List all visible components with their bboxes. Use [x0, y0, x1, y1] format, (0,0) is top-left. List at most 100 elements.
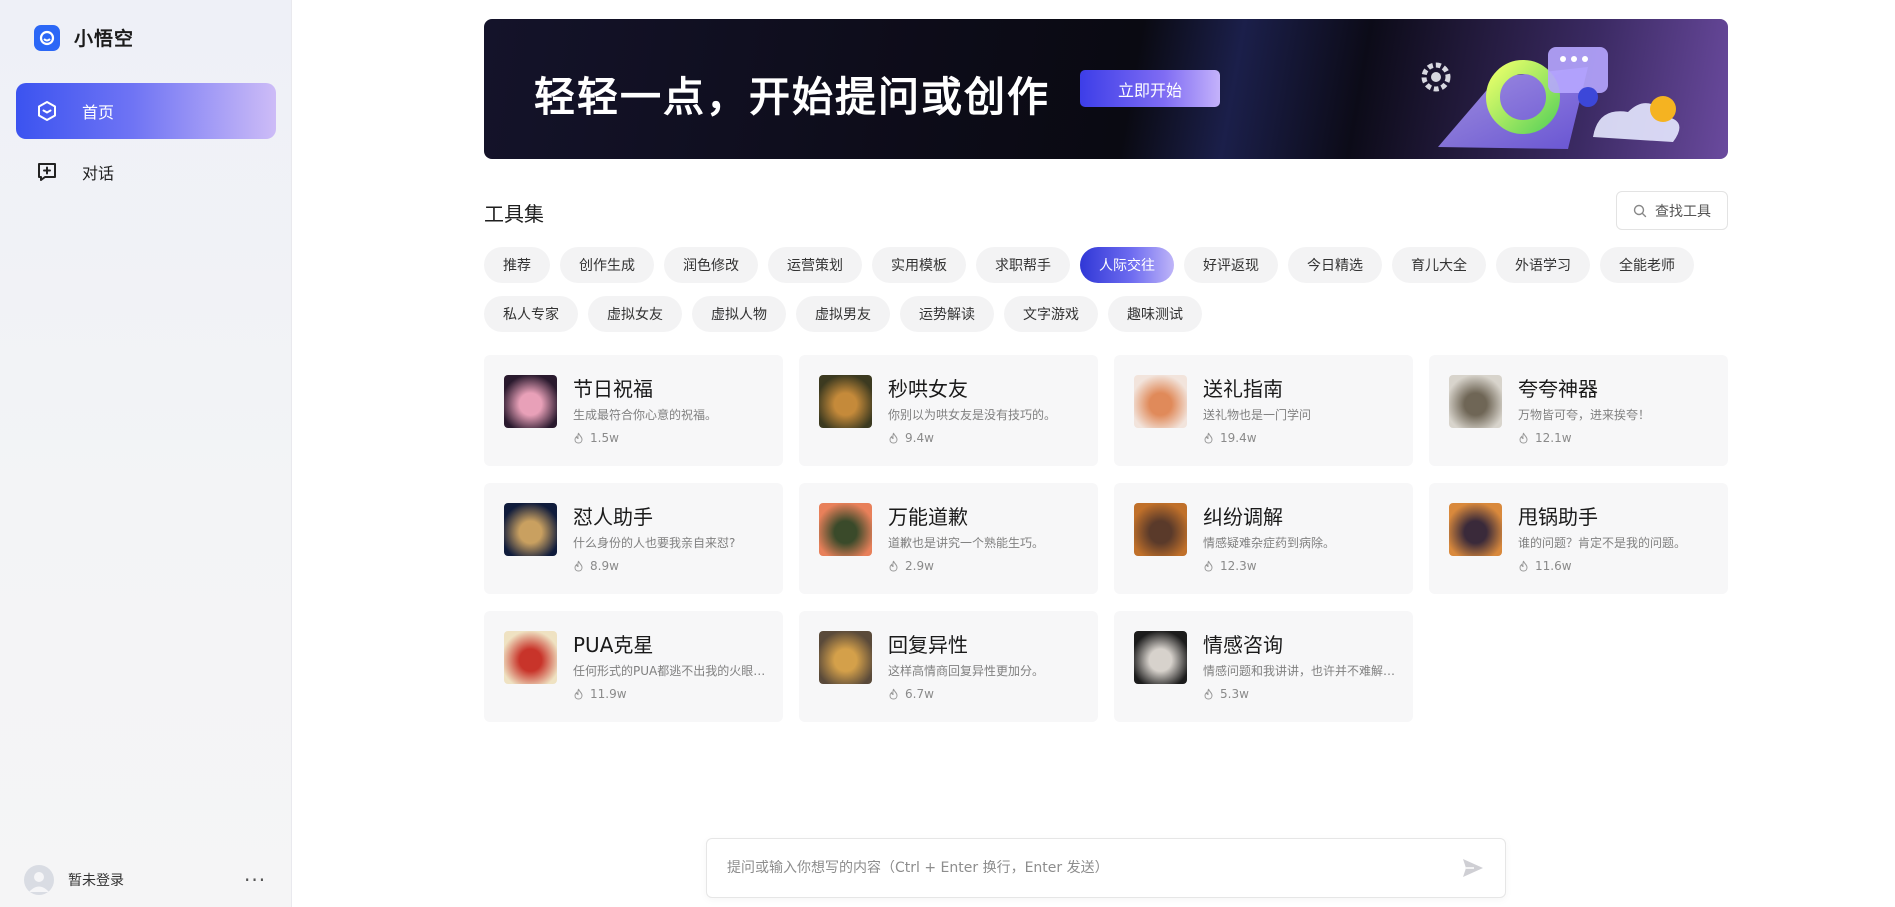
tool-description: 情感疑难杂症药到病除。	[1203, 536, 1336, 550]
start-now-button[interactable]: 立即开始	[1080, 70, 1220, 107]
tools-section-title: 工具集	[484, 202, 544, 226]
banner-illustration-icon	[1421, 47, 1680, 149]
tool-title: 纠纷调解	[1203, 505, 1283, 529]
tool-description: 你别以为哄女友是没有技巧的。	[888, 408, 1057, 422]
tool-card-grid: 节日祝福 生成最符合你心意的祝福。 1.5w 秒哄女友 你别以为哄女友是没有技巧…	[484, 355, 1728, 722]
chip-yuer[interactable]: 育儿大全	[1392, 247, 1486, 283]
chip-waiyu[interactable]: 外语学习	[1496, 247, 1590, 283]
user-profile[interactable]: 暂未登录	[24, 865, 124, 895]
chip-quwei[interactable]: 趣味测试	[1108, 296, 1202, 332]
tool-thumbnail	[1449, 503, 1502, 556]
banner-title: 轻轻一点，开始提问或创作	[534, 73, 1050, 121]
tool-title: 节日祝福	[573, 377, 653, 401]
tool-title: 怼人助手	[573, 505, 653, 529]
search-tool-button[interactable]: 查找工具	[1616, 191, 1728, 230]
tool-title: 秒哄女友	[888, 377, 968, 401]
tool-thumbnail	[1449, 375, 1502, 428]
fire-icon	[889, 560, 898, 572]
chip-runse[interactable]: 润色修改	[664, 247, 758, 283]
tool-card[interactable]: 秒哄女友 你别以为哄女友是没有技巧的。 9.4w	[799, 355, 1098, 466]
prompt-input[interactable]	[727, 860, 1459, 876]
chip-qiuzhi[interactable]: 求职帮手	[976, 247, 1070, 283]
tool-usage-value: 11.6w	[1535, 559, 1572, 573]
chip-haoping[interactable]: 好评返现	[1184, 247, 1278, 283]
fire-icon	[574, 560, 583, 572]
tool-usage-value: 12.3w	[1220, 559, 1257, 573]
fire-icon	[1204, 688, 1213, 700]
tool-usage-count: 11.6w	[1518, 559, 1572, 573]
hero-banner: 轻轻一点，开始提问或创作 立即开始	[484, 19, 1728, 159]
tool-description: 什么身份的人也要我亲自来怼?	[573, 536, 736, 550]
tool-card[interactable]: 节日祝福 生成最符合你心意的祝福。 1.5w	[484, 355, 783, 466]
tool-description: 生成最符合你心意的祝福。	[573, 408, 718, 422]
app-logo-icon	[34, 24, 60, 51]
chip-wenzi[interactable]: 文字游戏	[1004, 296, 1098, 332]
tool-title: 回复异性	[888, 633, 968, 657]
tool-card[interactable]: 夸夸神器 万物皆可夸，进来挨夸！ 12.1w	[1429, 355, 1728, 466]
chip-renji[interactable]: 人际交往	[1080, 247, 1174, 283]
chat-add-icon	[36, 161, 58, 183]
sidebar-item-home[interactable]: 首页	[16, 83, 276, 139]
home-hexagon-icon	[36, 100, 58, 122]
search-icon	[1633, 204, 1647, 217]
chip-row: 私人专家 虚拟女友 虚拟人物 虚拟男友 运势解读 文字游戏 趣味测试	[484, 296, 1734, 332]
tool-usage-count: 9.4w	[888, 431, 934, 445]
tool-usage-value: 19.4w	[1220, 431, 1257, 445]
tool-card[interactable]: PUA克星 任何形式的PUA都逃不出我的火眼金睛。 11.9w	[484, 611, 783, 722]
fire-icon	[889, 688, 898, 700]
category-chips: 推荐 创作生成 润色修改 运营策划 实用模板 求职帮手 人际交往 好评返现 今日…	[484, 247, 1734, 345]
fire-icon	[1204, 432, 1213, 444]
sidebar: 小悟空 首页 对话 暂未登录 ···	[0, 0, 292, 907]
chip-laoshi[interactable]: 全能老师	[1600, 247, 1694, 283]
tool-usage-count: 19.4w	[1203, 431, 1257, 445]
tool-thumbnail	[1134, 375, 1187, 428]
tool-usage-count: 8.9w	[573, 559, 619, 573]
chip-shiyong[interactable]: 实用模板	[872, 247, 966, 283]
tool-card[interactable]: 送礼指南 送礼物也是一门学问 19.4w	[1114, 355, 1413, 466]
chip-renwu[interactable]: 虚拟人物	[692, 296, 786, 332]
tool-description: 任何形式的PUA都逃不出我的火眼金睛。	[573, 664, 768, 678]
tool-card[interactable]: 纠纷调解 情感疑难杂症药到病除。 12.3w	[1114, 483, 1413, 594]
tool-usage-value: 5.3w	[1220, 687, 1249, 701]
tool-usage-value: 8.9w	[590, 559, 619, 573]
sidebar-item-label: 首页	[82, 103, 115, 122]
tool-usage-count: 12.3w	[1203, 559, 1257, 573]
send-icon	[1463, 859, 1483, 877]
sidebar-item-chat[interactable]: 对话	[16, 144, 276, 200]
tool-card[interactable]: 情感咨询 情感问题和我讲讲，也许并不难解决。 5.3w	[1114, 611, 1413, 722]
send-button[interactable]	[1459, 854, 1487, 882]
app-name: 小悟空	[74, 28, 135, 50]
more-options-icon[interactable]: ···	[244, 868, 266, 892]
tool-thumbnail	[504, 503, 557, 556]
tool-title: 送礼指南	[1203, 377, 1283, 401]
tool-description: 情感问题和我讲讲，也许并不难解决。	[1203, 664, 1398, 678]
tool-card[interactable]: 怼人助手 什么身份的人也要我亲自来怼? 8.9w	[484, 483, 783, 594]
user-name: 暂未登录	[68, 873, 124, 889]
tool-description: 道歉也是讲究一个熟能生巧。	[888, 536, 1045, 550]
tool-thumbnail	[819, 631, 872, 684]
fire-icon	[574, 432, 583, 444]
chip-tuijian[interactable]: 推荐	[484, 247, 550, 283]
tool-usage-value: 2.9w	[905, 559, 934, 573]
tool-usage-count: 2.9w	[888, 559, 934, 573]
chip-nanyou[interactable]: 虚拟男友	[796, 296, 890, 332]
tool-description: 谁的问题？肯定不是我的问题。	[1518, 536, 1687, 550]
tool-card[interactable]: 甩锅助手 谁的问题？肯定不是我的问题。 11.6w	[1429, 483, 1728, 594]
tool-card[interactable]: 万能道歉 道歉也是讲究一个熟能生巧。 2.9w	[799, 483, 1098, 594]
chip-chuangzuo[interactable]: 创作生成	[560, 247, 654, 283]
tool-title: 夸夸神器	[1518, 377, 1598, 401]
tool-card[interactable]: 回复异性 这样高情商回复异性更加分。 6.7w	[799, 611, 1098, 722]
chip-yunshi[interactable]: 运势解读	[900, 296, 994, 332]
tool-thumbnail	[1134, 631, 1187, 684]
prompt-composer	[706, 838, 1506, 898]
chip-nvyou[interactable]: 虚拟女友	[588, 296, 682, 332]
tool-usage-count: 12.1w	[1518, 431, 1572, 445]
chip-zhuanjia[interactable]: 私人专家	[484, 296, 578, 332]
tool-title: PUA克星	[573, 633, 654, 657]
fire-icon	[889, 432, 898, 444]
chip-jinri[interactable]: 今日精选	[1288, 247, 1382, 283]
chip-row: 推荐 创作生成 润色修改 运营策划 实用模板 求职帮手 人际交往 好评返现 今日…	[484, 247, 1734, 283]
tool-usage-count: 11.9w	[573, 687, 627, 701]
brand[interactable]: 小悟空	[34, 24, 134, 51]
chip-yunying[interactable]: 运营策划	[768, 247, 862, 283]
